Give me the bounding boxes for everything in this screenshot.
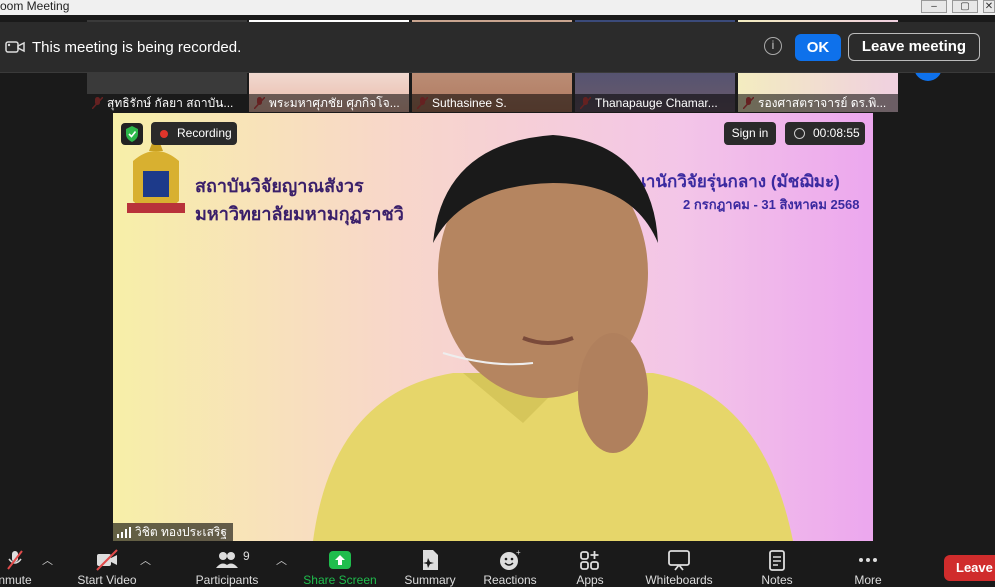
more-button[interactable]: More xyxy=(846,541,890,587)
microphone-muted-icon xyxy=(7,550,23,570)
apps-icon xyxy=(580,551,599,570)
security-shield-icon[interactable] xyxy=(121,123,143,145)
signal-strength-icon xyxy=(117,527,131,538)
participants-chevron-icon[interactable]: ︿ xyxy=(276,552,287,568)
participant-name: Thanapauge Chamar... xyxy=(575,94,735,112)
participants-button[interactable]: Participants xyxy=(192,541,262,587)
unmute-label: nmute xyxy=(0,573,32,587)
info-icon[interactable]: i xyxy=(764,37,782,55)
leave-meeting-button[interactable]: Leave meeting xyxy=(848,33,980,61)
participants-count: 9 xyxy=(243,549,250,563)
participant-name: สุทธิรักษ์ กัลยา สถาบัน... xyxy=(87,94,247,112)
start-video-label: Start Video xyxy=(77,573,137,587)
recording-label: Recording xyxy=(177,126,232,140)
sign-in-button[interactable]: Sign in xyxy=(724,122,776,145)
more-dots-icon xyxy=(859,558,877,562)
unmute-button[interactable]: nmute xyxy=(0,541,40,587)
video-options-chevron-icon[interactable]: ︿ xyxy=(140,552,151,568)
recording-notice-banner: This meeting is being recorded. i OK Lea… xyxy=(0,22,995,73)
more-label: More xyxy=(854,573,882,587)
meeting-timer: 00:08:55 xyxy=(785,122,865,145)
notes-label: Notes xyxy=(761,573,793,587)
window-title: oom Meeting xyxy=(0,0,70,13)
notes-button[interactable]: Notes xyxy=(754,541,800,587)
participants-icon xyxy=(216,552,238,568)
participant-name: Suthasinee S. xyxy=(412,94,572,112)
summary-icon xyxy=(423,550,438,570)
video-off-icon xyxy=(96,549,118,571)
window-titlebar: oom Meeting – ▢ ✕ xyxy=(0,0,995,15)
whiteboards-button[interactable]: Whiteboards xyxy=(640,541,718,587)
speaker-name: วิชิต ทองประเสริฐ xyxy=(135,525,227,539)
reactions-icon: + xyxy=(500,549,521,570)
share-screen-label: Share Screen xyxy=(303,573,377,587)
recording-indicator[interactable]: Recording xyxy=(151,122,237,145)
speaker-figure xyxy=(313,135,793,541)
apps-button[interactable]: Apps xyxy=(566,541,614,587)
share-screen-icon xyxy=(329,551,351,569)
speaker-name-label: วิชิต ทองประเสริฐ xyxy=(113,523,233,541)
recording-dot-icon xyxy=(160,130,168,138)
clock-icon xyxy=(794,128,805,139)
leave-button[interactable]: Leave xyxy=(944,555,995,581)
timer-value: 00:08:55 xyxy=(813,126,860,140)
close-button[interactable]: ✕ xyxy=(983,0,995,13)
apps-label: Apps xyxy=(576,573,604,587)
meeting-toolbar: nmute ︿ Start Video ︿ Participants 9 ︿ S… xyxy=(0,541,995,587)
video-recording-icon xyxy=(5,41,25,53)
recording-notice-text: This meeting is being recorded. xyxy=(32,39,242,56)
start-video-button[interactable]: Start Video xyxy=(72,541,142,587)
notes-icon xyxy=(769,550,785,571)
reactions-button[interactable]: + Reactions xyxy=(479,541,541,587)
maximize-button[interactable]: ▢ xyxy=(952,0,978,13)
summary-button[interactable]: Summary xyxy=(398,541,462,587)
participant-name: พระมหาศุภชัย ศุภกิจโจ... xyxy=(249,94,409,112)
summary-label: Summary xyxy=(404,573,456,587)
ok-button[interactable]: OK xyxy=(795,34,841,61)
participants-label: Participants xyxy=(195,573,259,587)
svg-text:+: + xyxy=(516,549,521,557)
reactions-label: Reactions xyxy=(483,573,537,587)
participant-name: รองศาสตราจารย์ ดร.พิ... xyxy=(738,94,898,112)
active-speaker-video[interactable]: สถาบันวิจัยญาณสังวร มหาวิทยาลัยมหามกุฏรา… xyxy=(113,113,873,541)
whiteboards-label: Whiteboards xyxy=(645,573,713,587)
share-screen-button[interactable]: Share Screen xyxy=(303,541,377,587)
minimize-button[interactable]: – xyxy=(921,0,947,13)
audio-options-chevron-icon[interactable]: ︿ xyxy=(42,552,53,568)
whiteboard-icon xyxy=(668,550,690,571)
